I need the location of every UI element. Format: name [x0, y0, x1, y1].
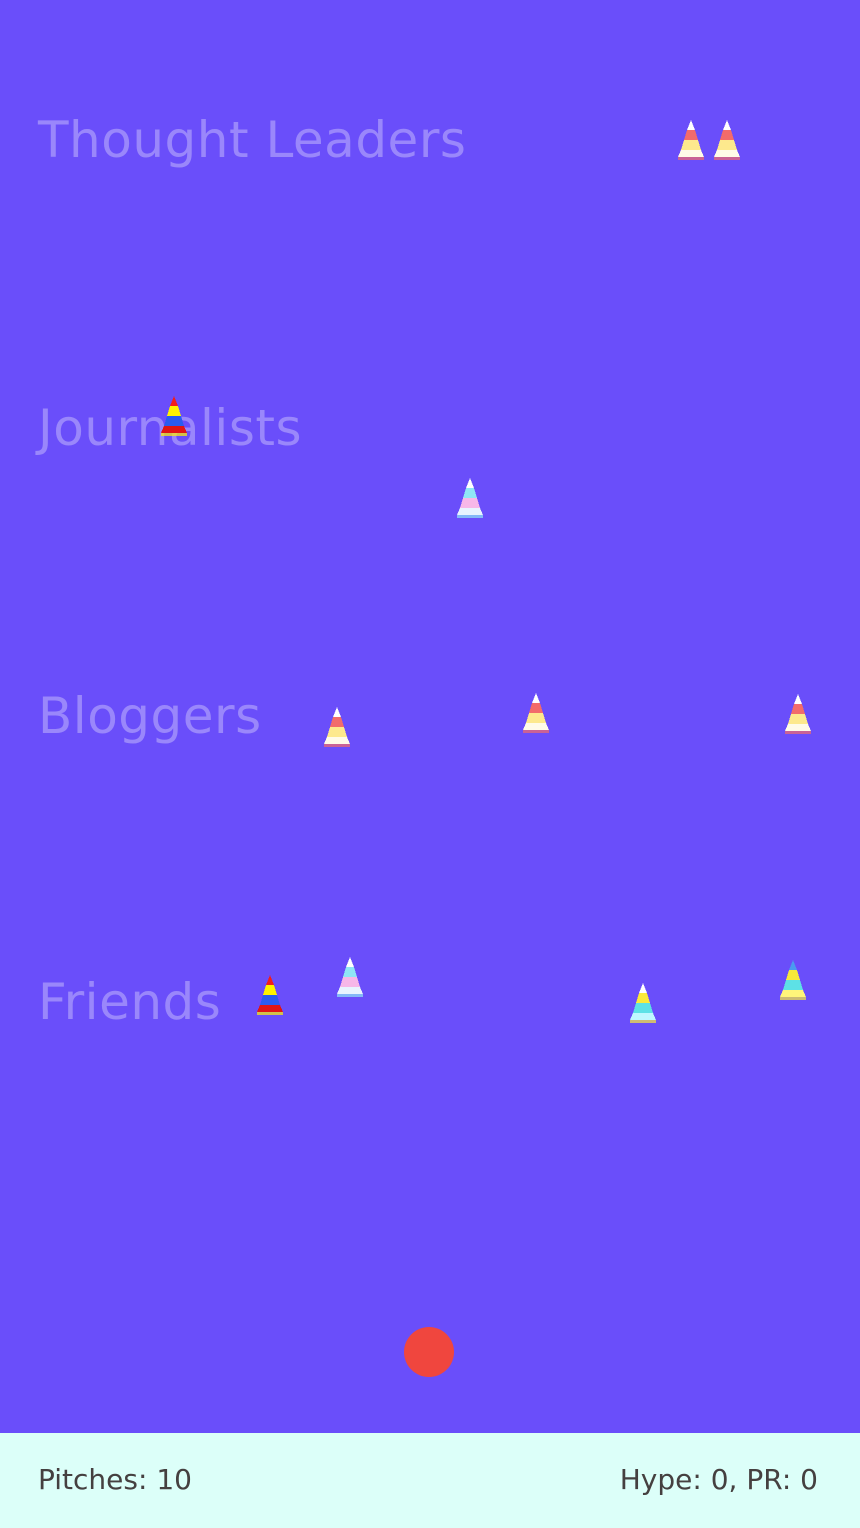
hype-value: 0: [710, 1463, 729, 1496]
party-hat-icon: [627, 981, 659, 1025]
pitch-ball[interactable]: [404, 1327, 454, 1377]
party-hat-icon: [254, 973, 286, 1017]
row-label-friends: Friends: [38, 973, 222, 1031]
party-hat-icon: [782, 692, 814, 736]
party-hat-icon: [321, 705, 353, 749]
party-hat-icon: [158, 394, 190, 438]
score-readout: Hype: 0, PR: 0: [620, 1463, 818, 1496]
pr-value: 0: [800, 1463, 818, 1496]
pitches-label: Pitches:: [38, 1463, 148, 1496]
pitches-counter: Pitches: 10: [38, 1463, 192, 1496]
score-separator: ,: [728, 1463, 747, 1496]
party-hat-icon: [520, 691, 552, 735]
hype-label: Hype:: [619, 1463, 702, 1496]
pitches-value: 10: [156, 1463, 192, 1496]
row-label-thought-leaders: Thought Leaders: [38, 111, 467, 169]
status-bar: Pitches: 10 Hype: 0, PR: 0: [0, 1433, 860, 1528]
party-hat-icon: [454, 476, 486, 520]
play-field[interactable]: Thought Leaders Journalists Bloggers Fri…: [0, 0, 860, 1433]
party-hat-icon: [334, 955, 366, 999]
game-screen: Thought Leaders Journalists Bloggers Fri…: [0, 0, 860, 1528]
pr-label: PR:: [746, 1463, 792, 1496]
party-hat-icon: [711, 118, 743, 162]
row-label-bloggers: Bloggers: [38, 687, 262, 745]
party-hat-icon: [675, 118, 707, 162]
party-hat-icon: [777, 958, 809, 1002]
